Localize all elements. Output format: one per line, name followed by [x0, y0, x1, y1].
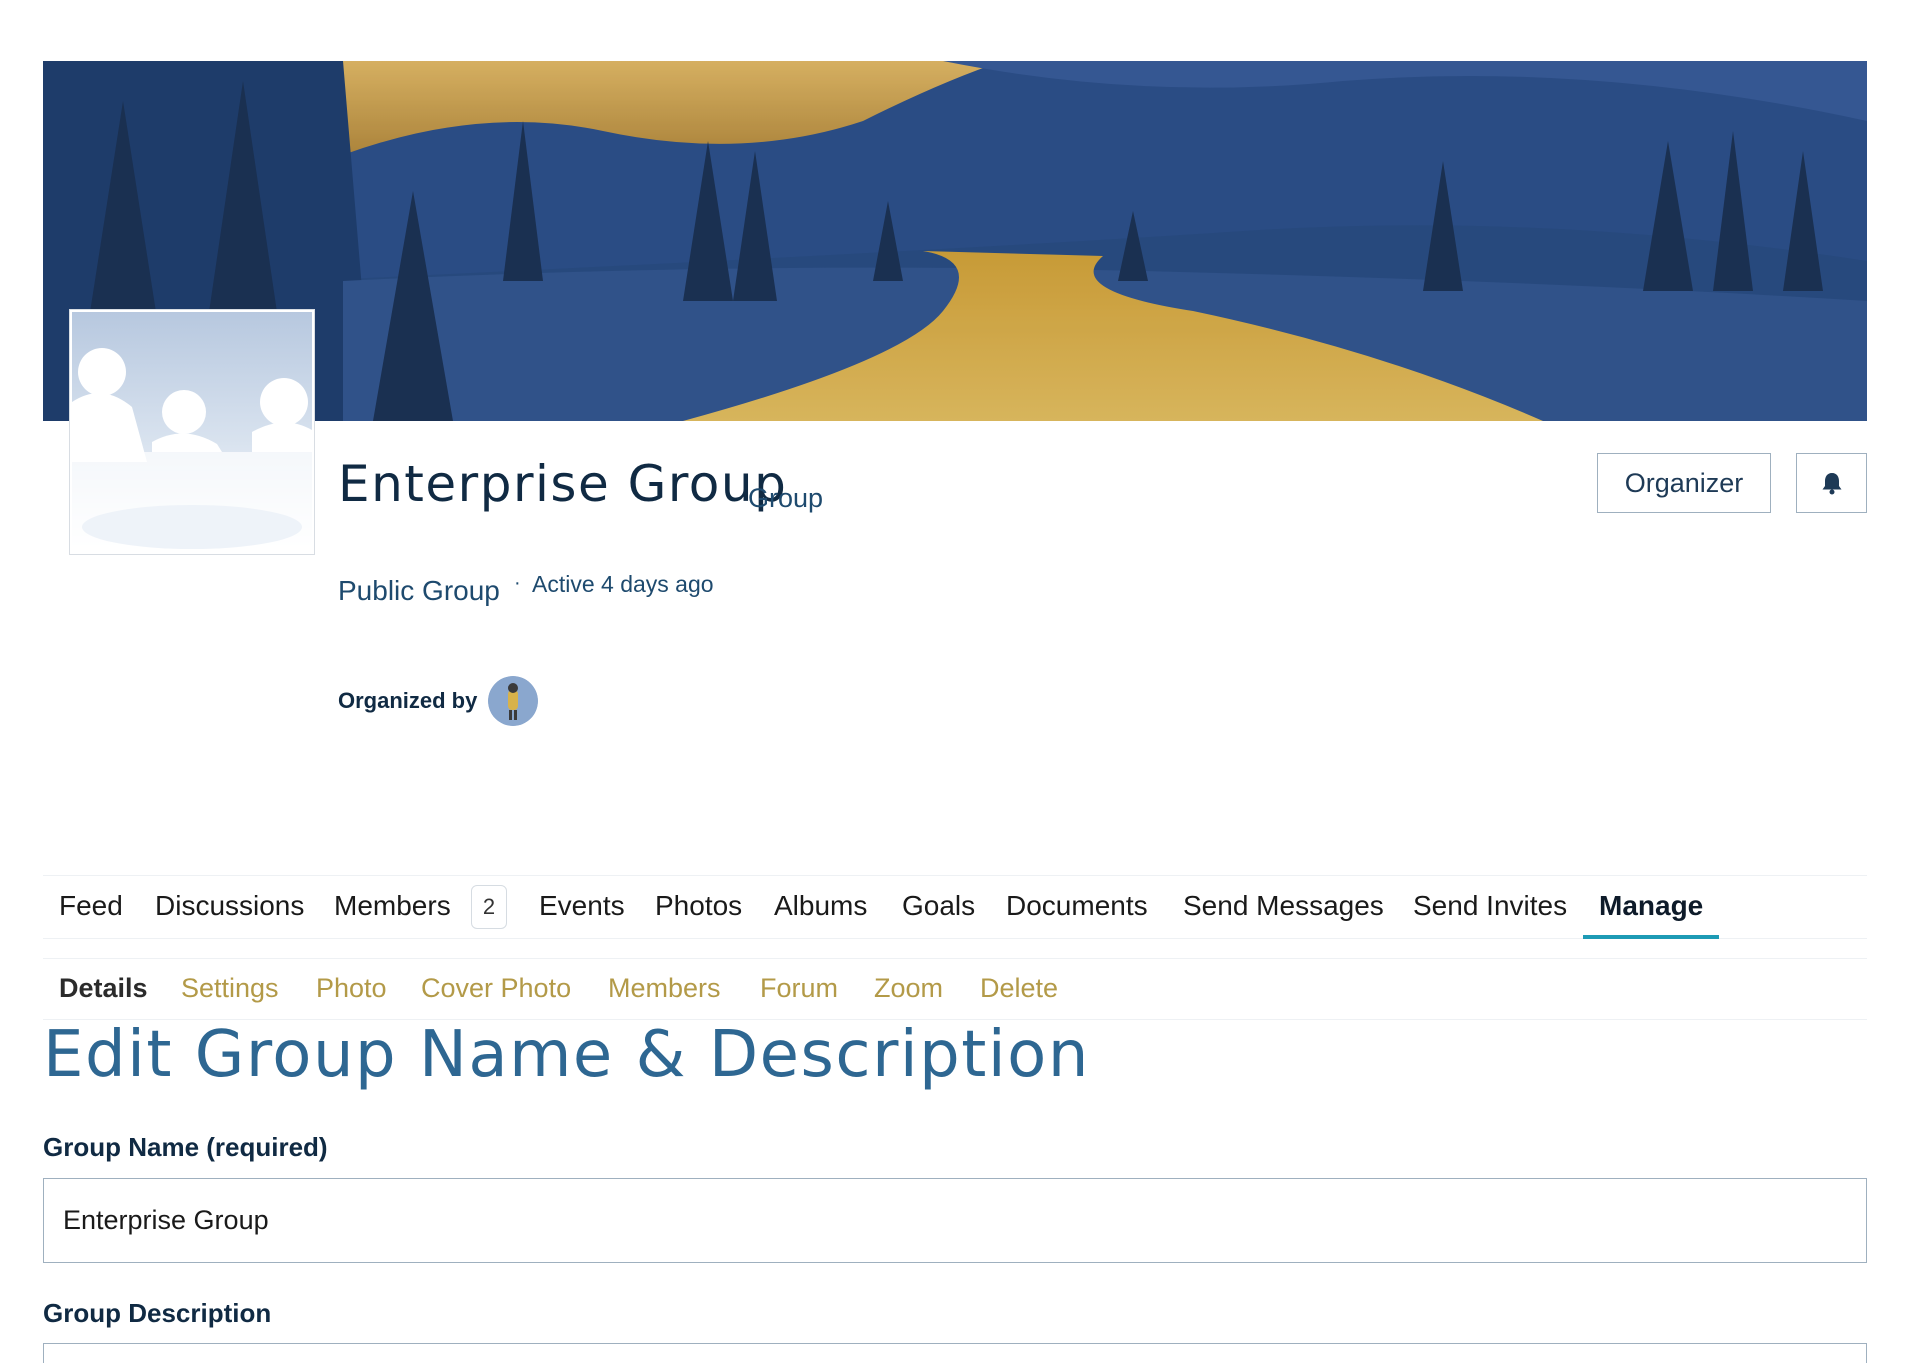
- nav-send-messages[interactable]: Send Messages: [1183, 890, 1384, 922]
- edit-section-heading: Edit Group Name & Description: [43, 1018, 1090, 1092]
- subnav-details[interactable]: Details: [59, 973, 148, 1004]
- cover-photo: [43, 61, 1867, 421]
- nav-albums[interactable]: Albums: [774, 890, 867, 922]
- group-primary-nav: Feed Discussions Members 2 Events Photos…: [43, 875, 1867, 939]
- subnav-delete[interactable]: Delete: [980, 973, 1058, 1004]
- group-type-label: Group: [748, 483, 824, 513]
- nav-send-invites[interactable]: Send Invites: [1413, 890, 1567, 922]
- subnav-photo[interactable]: Photo: [316, 973, 387, 1004]
- organized-by-label: Organized by: [338, 688, 478, 713]
- group-description-textarea[interactable]: [43, 1343, 1867, 1363]
- bell-icon: [1822, 473, 1841, 495]
- subnav-zoom[interactable]: Zoom: [874, 973, 943, 1004]
- subnav-forum[interactable]: Forum: [760, 973, 838, 1004]
- nav-documents[interactable]: Documents: [1006, 890, 1148, 922]
- cover-landscape-image: [43, 61, 1867, 421]
- nav-manage[interactable]: Manage: [1599, 890, 1703, 922]
- group-people-image: [72, 312, 312, 552]
- group-name-input[interactable]: [43, 1178, 1867, 1263]
- subnav-cover-photo[interactable]: Cover Photo: [421, 973, 571, 1004]
- meta-separator: ·: [514, 572, 521, 594]
- group-description-label: Group Description: [43, 1298, 272, 1328]
- organizer-avatar[interactable]: [488, 676, 538, 726]
- subnav-members[interactable]: Members: [608, 973, 721, 1004]
- group-title: Enterprise Group: [338, 455, 788, 513]
- nav-events[interactable]: Events: [539, 890, 625, 922]
- group-manage-page: Enterprise Group Group Public Group · Ac…: [0, 0, 1912, 1363]
- organizer-photo-image: [488, 676, 538, 726]
- group-avatar: [70, 310, 314, 554]
- organizer-button[interactable]: Organizer: [1597, 453, 1771, 513]
- manage-sub-nav: Details Settings Photo Cover Photo Membe…: [43, 958, 1867, 1020]
- notifications-button[interactable]: [1796, 453, 1867, 513]
- nav-goals[interactable]: Goals: [902, 890, 975, 922]
- nav-photos[interactable]: Photos: [655, 890, 742, 922]
- nav-members[interactable]: Members: [334, 890, 451, 922]
- group-name-label: Group Name (required): [43, 1132, 328, 1162]
- subnav-settings[interactable]: Settings: [181, 973, 279, 1004]
- nav-feed[interactable]: Feed: [59, 890, 123, 922]
- active-tab-indicator: [1583, 935, 1719, 939]
- group-activity-label: Active 4 days ago: [532, 571, 714, 597]
- nav-discussions[interactable]: Discussions: [155, 890, 304, 922]
- members-count-badge: 2: [471, 885, 507, 929]
- group-privacy-label: Public Group: [338, 575, 500, 606]
